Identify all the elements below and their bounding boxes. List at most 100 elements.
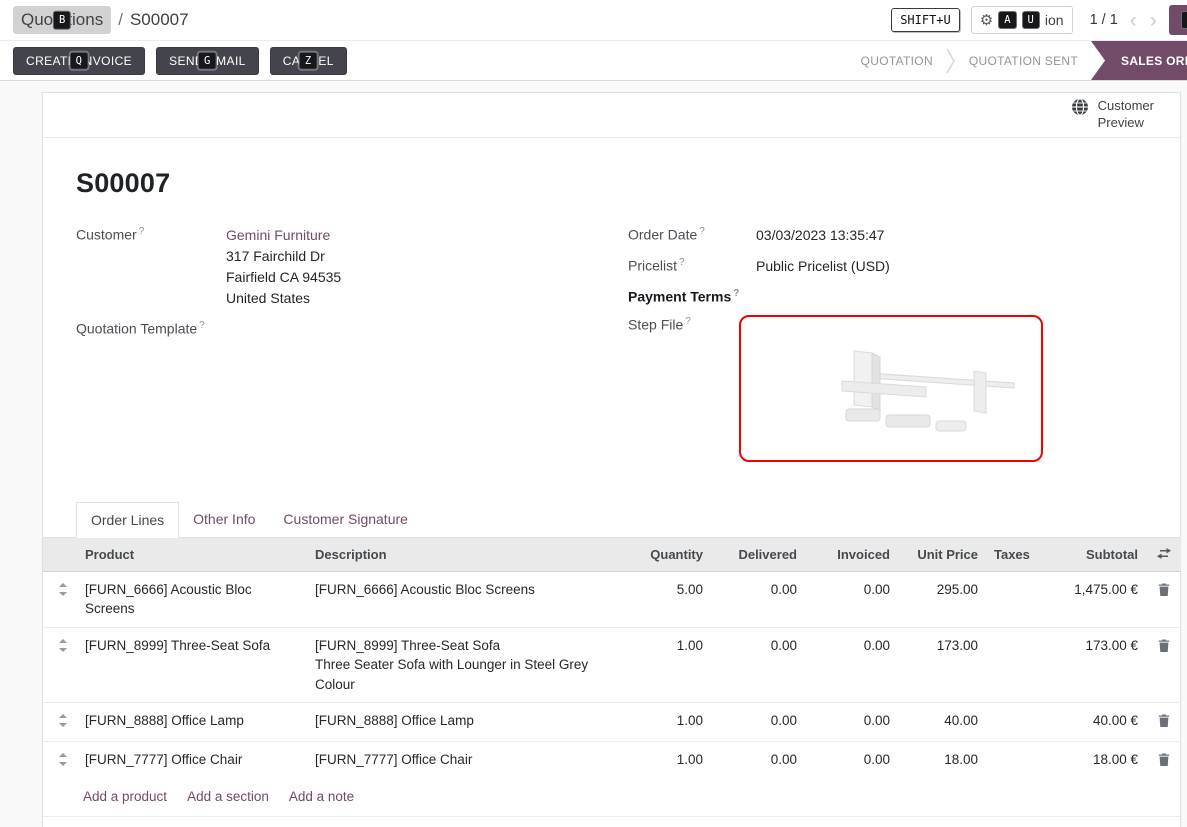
help-icon: ? bbox=[679, 257, 685, 268]
action-menu-button[interactable]: ⚙ A U ion bbox=[971, 6, 1073, 35]
drag-handle-icon[interactable] bbox=[58, 713, 68, 733]
action-menu-label: ion bbox=[1045, 12, 1064, 28]
sheet-status-row: Customer Preview bbox=[43, 93, 1180, 138]
cell-invoiced[interactable]: 0.00 bbox=[805, 741, 898, 779]
cell-taxes[interactable] bbox=[986, 627, 1043, 703]
column-header-description: Description bbox=[307, 538, 607, 572]
quotation-template-label: Quotation Template? bbox=[76, 319, 226, 337]
shortcut-hint-shift-u: SHIFT+U bbox=[891, 8, 960, 32]
cell-quantity[interactable]: 1.00 bbox=[607, 703, 711, 742]
customer-value: Gemini Furniture 317 Fairchild Dr Fairfi… bbox=[226, 225, 341, 309]
step-file-label: Step File? bbox=[628, 315, 756, 462]
payment-terms-field-row: Payment Terms? bbox=[628, 287, 1180, 305]
delete-line-icon[interactable] bbox=[1158, 713, 1170, 733]
step-file-preview[interactable] bbox=[739, 315, 1043, 462]
cell-description[interactable]: [FURN_8888] Office Lamp bbox=[307, 703, 607, 742]
cell-description[interactable]: [FURN_6666] Acoustic Bloc Screens bbox=[307, 571, 607, 627]
cell-taxes[interactable] bbox=[986, 703, 1043, 742]
cell-subtotal: 1,475.00 € bbox=[1043, 571, 1146, 627]
pager-previous-icon[interactable]: ‹ bbox=[1129, 10, 1138, 31]
tab-other-info[interactable]: Other Info bbox=[179, 502, 269, 537]
customer-preview-button[interactable]: Customer Preview bbox=[1071, 98, 1154, 132]
column-header-quantity: Quantity bbox=[607, 538, 711, 572]
cell-description[interactable]: [FURN_7777] Office Chair bbox=[307, 741, 607, 779]
drag-handle-icon[interactable] bbox=[58, 638, 68, 658]
cell-invoiced[interactable]: 0.00 bbox=[805, 571, 898, 627]
cell-product[interactable]: [FURN_8999] Three-Seat Sofa bbox=[77, 627, 307, 703]
corner-create-button[interactable]: C i bbox=[1169, 5, 1187, 35]
status-quotation[interactable]: QUOTATION bbox=[848, 41, 946, 80]
cell-unit-price[interactable]: 173.00 bbox=[898, 627, 986, 703]
field-column-right: Order Date? 03/03/2023 13:35:47 Pricelis… bbox=[628, 225, 1180, 472]
breadcrumb-quotations[interactable]: Quotations B bbox=[13, 6, 111, 34]
cell-taxes[interactable] bbox=[986, 741, 1043, 779]
order-date-value[interactable]: 03/03/2023 13:35:47 bbox=[756, 225, 884, 246]
column-header-subtotal: Subtotal bbox=[1043, 538, 1146, 572]
drag-handle-icon[interactable] bbox=[58, 582, 68, 602]
pager-next-icon[interactable]: › bbox=[1149, 10, 1158, 31]
form-sheet: Customer Preview S00007 Customer? Gemini… bbox=[42, 92, 1181, 827]
form-action-bar: CREATE INVOICE Q SEND EMAIL G CANCEL Z Q… bbox=[0, 41, 1187, 81]
cell-unit-price[interactable]: 40.00 bbox=[898, 703, 986, 742]
order-line-row: [FURN_8999] Three-Seat Sofa [FURN_8999] … bbox=[43, 627, 1181, 703]
cell-quantity[interactable]: 1.00 bbox=[607, 627, 711, 703]
sheet-footer: Terms and conditions... Total: 1,706.00 … bbox=[43, 817, 1180, 827]
gear-icon: ⚙ bbox=[980, 11, 993, 29]
add-section-link[interactable]: Add a section bbox=[187, 789, 269, 804]
order-date-label: Order Date? bbox=[628, 225, 756, 246]
add-product-link[interactable]: Add a product bbox=[83, 789, 167, 804]
create-invoice-button[interactable]: CREATE INVOICE Q bbox=[13, 47, 145, 75]
cell-product[interactable]: [FURN_6666] Acoustic Bloc Screens bbox=[77, 571, 307, 627]
cell-delivered[interactable]: 0.00 bbox=[711, 703, 805, 742]
cancel-button[interactable]: CANCEL Z bbox=[270, 47, 347, 75]
handle-column-header bbox=[43, 538, 77, 572]
quotation-template-field-row: Quotation Template? bbox=[76, 319, 628, 337]
customer-address-line1: 317 Fairchild Dr bbox=[226, 246, 341, 267]
customer-preview-label: Customer Preview bbox=[1098, 98, 1154, 132]
tab-order-lines[interactable]: Order Lines bbox=[76, 502, 179, 538]
customer-address-line2: Fairfield CA 94535 bbox=[226, 267, 341, 288]
cell-description[interactable]: [FURN_8999] Three-Seat Sofa Three Seater… bbox=[307, 627, 607, 703]
cell-delivered[interactable]: 0.00 bbox=[711, 571, 805, 627]
breadcrumb: Quotations B / S00007 bbox=[13, 6, 189, 34]
cell-unit-price[interactable]: 18.00 bbox=[898, 741, 986, 779]
shortcut-hint-u: U bbox=[1022, 11, 1040, 30]
pricelist-value[interactable]: Public Pricelist (USD) bbox=[756, 256, 890, 277]
column-header-product: Product bbox=[77, 538, 307, 572]
breadcrumb-separator: / bbox=[118, 10, 123, 30]
order-line-row: [FURN_8888] Office Lamp [FURN_8888] Offi… bbox=[43, 703, 1181, 742]
add-note-link[interactable]: Add a note bbox=[289, 789, 354, 804]
status-sales-order[interactable]: SALES ORDER bbox=[1091, 41, 1187, 80]
cell-product[interactable]: [FURN_7777] Office Chair bbox=[77, 741, 307, 779]
delete-line-icon[interactable] bbox=[1158, 582, 1170, 602]
cell-product[interactable]: [FURN_8888] Office Lamp bbox=[77, 703, 307, 742]
column-header-unit-price: Unit Price bbox=[898, 538, 986, 572]
customer-link[interactable]: Gemini Furniture bbox=[226, 227, 330, 243]
status-quotation-sent[interactable]: QUOTATION SENT bbox=[956, 41, 1091, 80]
customer-address-line3: United States bbox=[226, 288, 341, 309]
help-icon: ? bbox=[199, 320, 205, 331]
column-header-taxes: Taxes bbox=[986, 538, 1043, 572]
cell-subtotal: 18.00 € bbox=[1043, 741, 1146, 779]
shortcut-hint-q: Q bbox=[70, 51, 89, 70]
cell-invoiced[interactable]: 0.00 bbox=[805, 703, 898, 742]
control-panel: Quotations B / S00007 SHIFT+U ⚙ A U ion … bbox=[0, 0, 1187, 41]
cell-taxes[interactable] bbox=[986, 571, 1043, 627]
field-column-left: Customer? Gemini Furniture 317 Fairchild… bbox=[76, 225, 628, 472]
toggle-columns-icon[interactable] bbox=[1146, 538, 1181, 572]
table-header-row: Product Description Quantity Delivered I… bbox=[43, 538, 1181, 572]
cell-invoiced[interactable]: 0.00 bbox=[805, 627, 898, 703]
cell-delivered[interactable]: 0.00 bbox=[711, 741, 805, 779]
cell-quantity[interactable]: 1.00 bbox=[607, 741, 711, 779]
payment-terms-label: Payment Terms? bbox=[628, 287, 756, 305]
tab-customer-signature[interactable]: Customer Signature bbox=[269, 502, 422, 537]
help-icon: ? bbox=[139, 226, 145, 237]
delete-line-icon[interactable] bbox=[1158, 638, 1170, 658]
send-email-button[interactable]: SEND EMAIL G bbox=[156, 47, 259, 75]
cell-delivered[interactable]: 0.00 bbox=[711, 627, 805, 703]
cell-unit-price[interactable]: 295.00 bbox=[898, 571, 986, 627]
drag-handle-icon[interactable] bbox=[58, 752, 68, 772]
cell-quantity[interactable]: 5.00 bbox=[607, 571, 711, 627]
status-separator-icon bbox=[946, 48, 956, 74]
delete-line-icon[interactable] bbox=[1158, 752, 1170, 772]
